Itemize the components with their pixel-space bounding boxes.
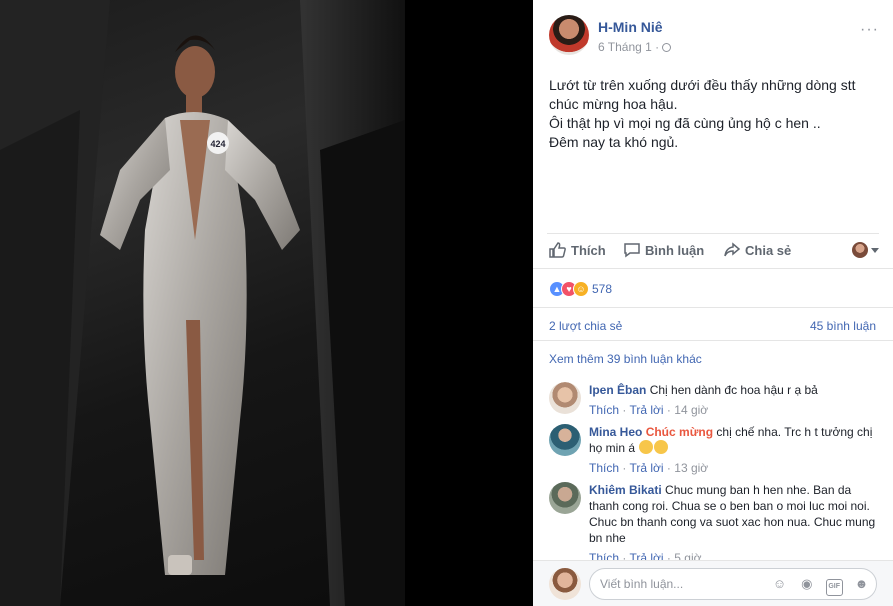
like-icon — [549, 242, 566, 258]
photo-viewer: 424 — [0, 0, 533, 606]
comment-input-placeholder: Viết bình luận... — [600, 577, 684, 591]
haha-reaction-icon: ☺ — [573, 281, 589, 297]
comment-reply-link[interactable]: Trả lời — [629, 461, 663, 475]
comment-input[interactable]: Viết bình luận... ☺ ◉ GIF ☻ — [589, 568, 877, 600]
emoji-icon[interactable]: ☺ — [771, 575, 788, 592]
sticker-icon[interactable]: ☻ — [853, 575, 870, 592]
divider — [533, 340, 893, 341]
post-text-line: chúc mừng hoa hậu. — [549, 96, 678, 112]
author-avatar[interactable] — [549, 15, 589, 55]
commenter-avatar[interactable] — [549, 482, 581, 514]
post-text-line: Đêm nay ta khó ngủ. — [549, 134, 679, 150]
comment-time[interactable]: 14 giờ — [674, 403, 708, 417]
bib-number: 424 — [210, 139, 225, 149]
view-more-comments-link[interactable]: Xem thêm 39 bình luận khác — [549, 352, 702, 366]
comment-icon — [624, 243, 640, 258]
comment-body: Mina Heo Chúc mừng chị chế nha. Trc h t … — [589, 425, 873, 475]
post-date-text: 6 Tháng 1 · — [598, 40, 660, 54]
author-name[interactable]: H-Min Niê — [598, 19, 663, 35]
page-avatar — [852, 242, 868, 258]
like-button[interactable]: Thích — [549, 242, 606, 258]
comment-count-link[interactable]: 45 bình luận — [810, 319, 876, 333]
share-label: Chia sẻ — [745, 243, 792, 258]
comment-tag: Chúc mừng — [645, 425, 714, 439]
photo-illustration: 424 — [0, 0, 405, 606]
camera-icon[interactable]: ◉ — [798, 575, 815, 592]
share-button[interactable]: Chia sẻ — [723, 242, 791, 258]
action-bar: Thích Bình luận Chia sẻ — [547, 233, 879, 267]
divider — [533, 307, 893, 308]
like-label: Thích — [571, 243, 606, 258]
post-panel: H-Min Niê 6 Tháng 1 · ··· Lướt từ trên x… — [533, 0, 893, 606]
commenter-name[interactable]: Ipen Êban — [589, 383, 646, 397]
current-user-avatar — [549, 568, 581, 600]
post-text: Lướt từ trên xuống dưới đều thấy những d… — [549, 76, 869, 152]
grinning-emoji-icon — [654, 440, 669, 454]
reaction-count: 578 — [592, 282, 613, 296]
divider — [533, 268, 893, 269]
share-count-link[interactable]: 2 lượt chia sẻ — [549, 319, 622, 333]
commenter-avatar[interactable] — [549, 382, 581, 414]
comment-text: Chị hen dành đc hoa hậu r ạ bả — [649, 383, 818, 397]
comment-composer: Viết bình luận... ☺ ◉ GIF ☻ — [533, 560, 893, 606]
globe-icon — [662, 43, 672, 52]
commenter-name[interactable]: Khiêm Bikati — [589, 483, 662, 497]
more-options-icon[interactable]: ··· — [860, 21, 879, 39]
post-as-selector[interactable] — [852, 242, 879, 258]
comment-button[interactable]: Bình luận — [623, 242, 704, 258]
comment-time[interactable]: 13 giờ — [674, 461, 708, 475]
post-date[interactable]: 6 Tháng 1 · — [598, 40, 672, 54]
grinning-emoji-icon — [639, 440, 654, 454]
commenter-name[interactable]: Mina Heo — [589, 425, 642, 439]
post-header: H-Min Niê 6 Tháng 1 · ··· — [549, 15, 879, 57]
comment-like-link[interactable]: Thích — [589, 461, 619, 475]
gif-icon[interactable]: GIF — [825, 579, 843, 596]
chevron-down-icon — [871, 248, 879, 253]
share-icon — [724, 242, 741, 257]
comment-reply-link[interactable]: Trả lời — [629, 403, 663, 417]
comment-body: Khiêm Bikati Chuc mung ban h hen nhe. Ba… — [589, 483, 876, 565]
post-photo[interactable]: 424 — [0, 0, 405, 606]
comment-body: Ipen Êban Chị hen dành đc hoa hậu r ạ bả… — [589, 383, 818, 417]
post-text-line: Ôi thật hp vì mọi ng đã cùng ủng hộ c he… — [549, 115, 821, 131]
comment-label: Bình luận — [645, 243, 705, 258]
commenter-avatar[interactable] — [549, 424, 581, 456]
composer-icons: ☺ ◉ GIF ☻ — [764, 575, 870, 596]
comment-like-link[interactable]: Thích — [589, 403, 619, 417]
post-text-line: Lướt từ trên xuống dưới đều thấy những d… — [549, 77, 856, 93]
